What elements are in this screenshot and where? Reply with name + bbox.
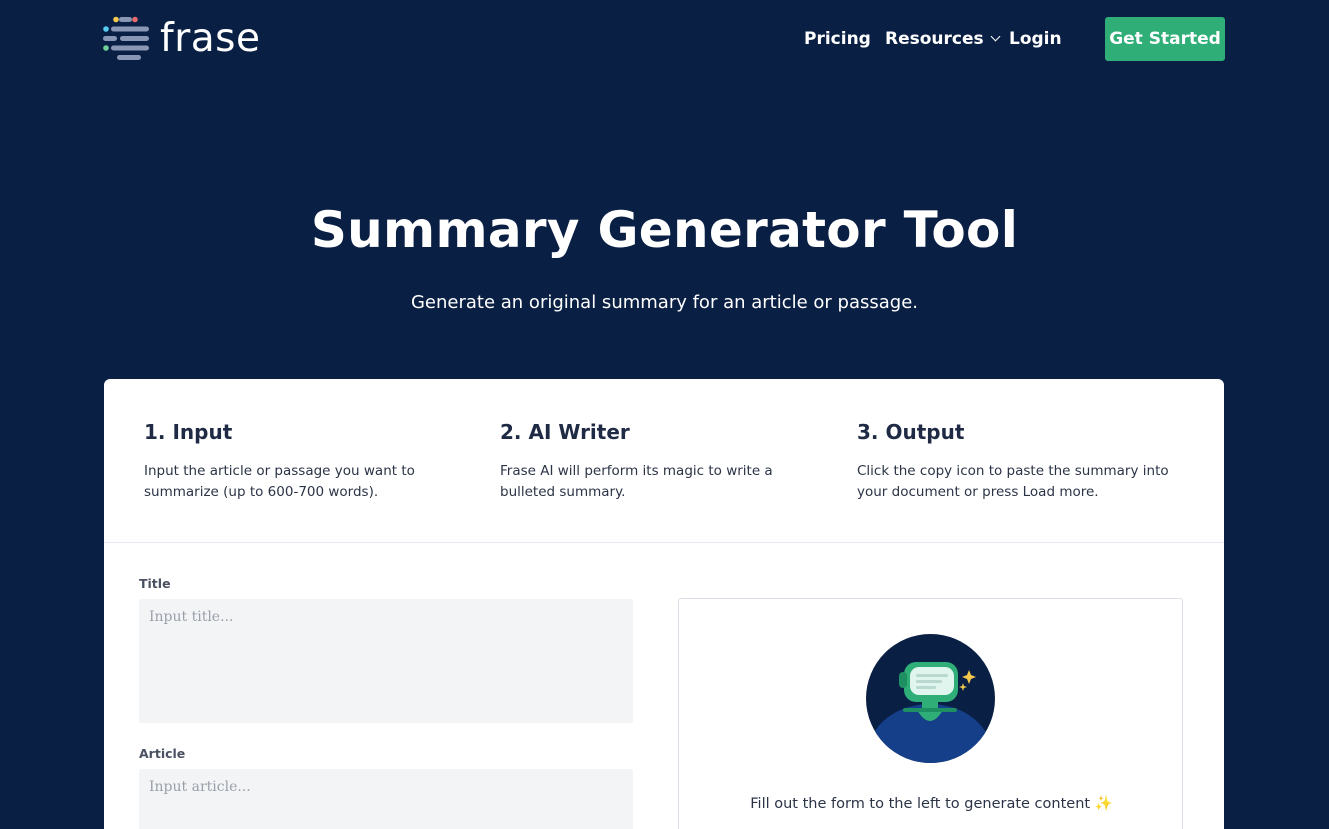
step-title: 1. Input [144, 420, 233, 444]
nav-resources-menu[interactable]: Resources [885, 27, 1001, 51]
step-title: 3. Output [857, 420, 965, 444]
nav-resources-label: Resources [885, 29, 984, 49]
robot-illustration [866, 634, 995, 763]
output-panel: Fill out the form to the left to generat… [678, 598, 1183, 829]
page-subtitle: Generate an original summary for an arti… [410, 292, 919, 313]
frase-logo-icon [103, 16, 151, 62]
article-label: Article [139, 746, 186, 761]
title-label: Title [139, 576, 171, 591]
step-description: Click the copy icon to paste the summary… [857, 463, 1169, 500]
site-header: frase Pricing Resources Login Get Starte… [0, 0, 1329, 80]
frase-logo[interactable]: frase [103, 16, 260, 62]
step-output: 3. Output Click the copy icon to paste t… [857, 419, 1187, 503]
nav-login-link[interactable]: Login [1009, 27, 1062, 51]
step-ai-writer: 2. AI Writer Frase AI will perform its m… [500, 419, 830, 503]
get-started-button[interactable]: Get Started [1105, 17, 1225, 61]
step-description: Input the article or passage you want to… [144, 463, 415, 500]
step-input: 1. Input Input the article or passage yo… [144, 419, 474, 503]
logo-text: frase [160, 16, 261, 61]
output-placeholder-message: Fill out the form to the left to generat… [750, 796, 1113, 812]
article-input[interactable]: Input article... [139, 769, 633, 829]
steps-section: 1. Input Input the article or passage yo… [104, 379, 1224, 543]
step-title: 2. AI Writer [500, 420, 630, 444]
title-input[interactable]: Input title... [139, 599, 633, 723]
page-title: Summary Generator Tool [310, 201, 1019, 259]
nav-pricing-link[interactable]: Pricing [804, 27, 871, 51]
step-description: Frase AI will perform its magic to write… [500, 463, 773, 500]
summary-tool-card: 1. Input Input the article or passage yo… [104, 379, 1224, 829]
chevron-down-icon [990, 31, 1001, 42]
